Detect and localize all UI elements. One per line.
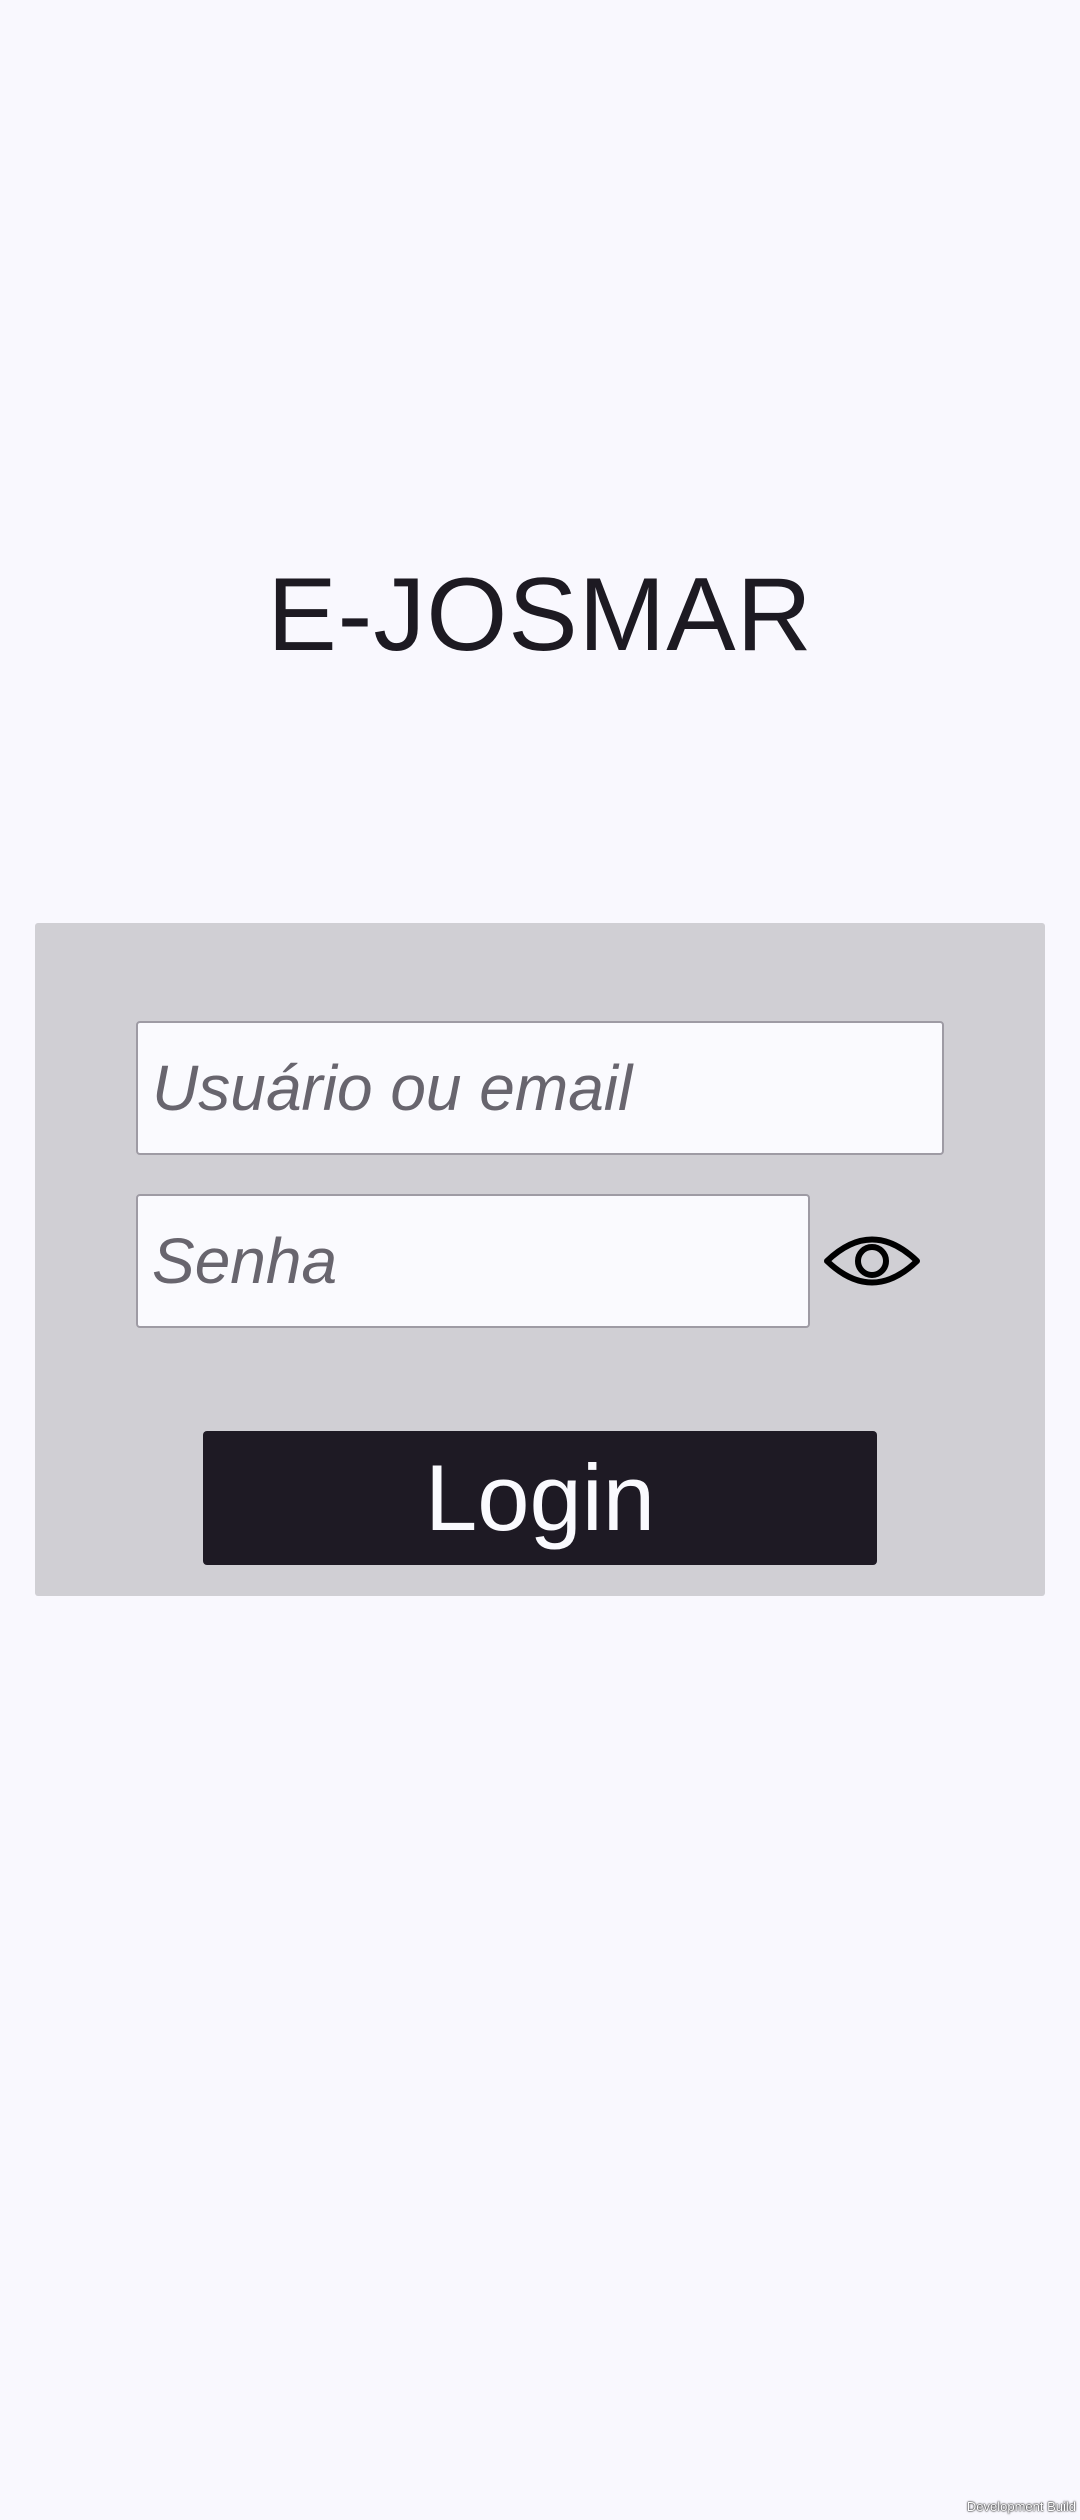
app-title: E-JOSMAR: [267, 557, 813, 673]
username-input[interactable]: [136, 1021, 944, 1155]
login-button[interactable]: Login: [203, 1431, 877, 1565]
show-password-button[interactable]: [820, 1223, 924, 1299]
eye-icon: [824, 1236, 920, 1286]
login-panel: Login: [35, 923, 1045, 1596]
build-label: Development Build: [966, 2499, 1076, 2514]
password-input[interactable]: [136, 1194, 810, 1328]
